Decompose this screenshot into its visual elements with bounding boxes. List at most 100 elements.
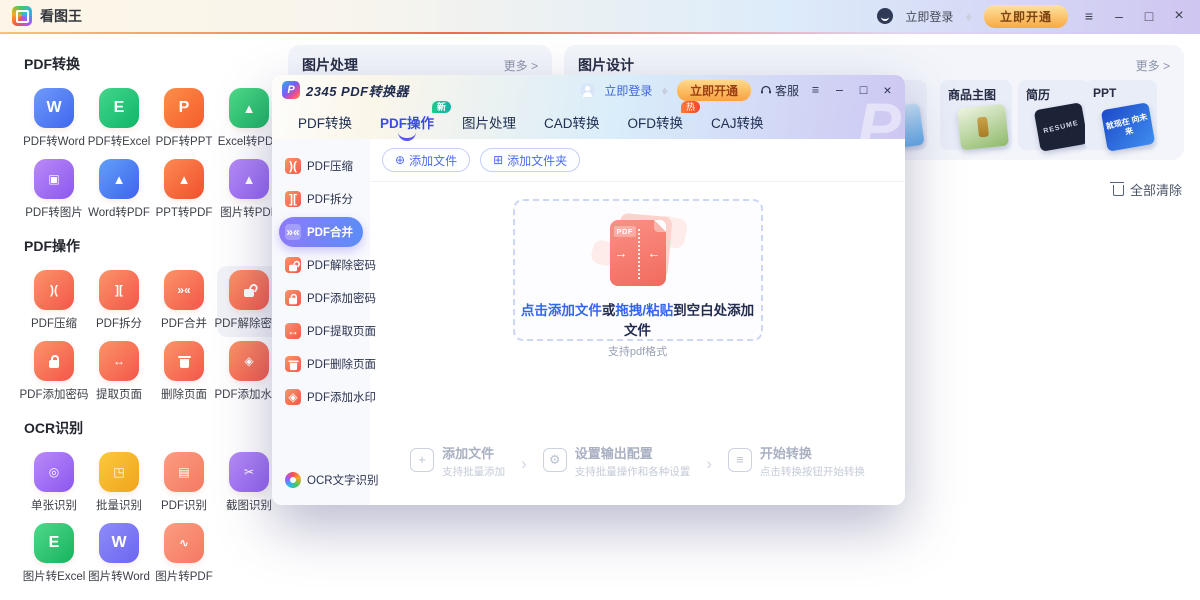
dialog-maximize-button[interactable]: □ <box>856 84 871 97</box>
tool-batch-ocr[interactable]: ◳批量识别 <box>87 448 151 519</box>
add-file-label: 添加文件 <box>409 152 457 169</box>
maximize-button[interactable]: □ <box>1140 9 1158 23</box>
split-glyph: ][ <box>115 283 123 297</box>
dialog-login-link[interactable]: 立即登录 <box>604 82 652 99</box>
pdf-merge-icon: »« <box>285 224 301 240</box>
tool-pdf-to-ppt[interactable]: PPDF转PPT <box>152 84 216 155</box>
tool-label: PDF合并 <box>161 315 207 331</box>
add-file-button[interactable]: 添加文件 <box>382 148 470 172</box>
dialog-minimize-button[interactable]: – <box>832 84 847 97</box>
login-link[interactable]: 立即登录 <box>905 8 953 25</box>
tool-pdf-ocr[interactable]: ▤PDF识别 <box>152 448 216 519</box>
sidebar-item-label: OCR文字识别 <box>307 472 379 488</box>
ocr-icon <box>285 472 301 488</box>
support-label: 客服 <box>775 82 799 99</box>
merge-glyph: »« <box>286 225 299 239</box>
tool-image-to-pdf-ocr[interactable]: ∿图片转PDF <box>152 519 216 590</box>
pdf-add-watermark-icon: ◈ <box>285 389 301 405</box>
tab-image-process[interactable]: 图片处理 <box>462 112 516 132</box>
pdf-compress-icon: )( <box>285 158 301 174</box>
minimize-button[interactable]: – <box>1110 9 1128 23</box>
trash-glyph <box>180 359 189 368</box>
sidebar-item-pdf-add-watermark[interactable]: ◈PDF添加水印 <box>279 382 363 412</box>
tool-label: PDF转PPT <box>156 133 213 149</box>
tool-single-ocr[interactable]: ◎单张识别 <box>22 448 86 519</box>
pdf-extract-pages-icon: ↔ <box>285 323 301 339</box>
step-add-file: +添加文件支持批量添加 <box>410 446 505 479</box>
dialog-vip-gem-icon: ♦ <box>661 84 668 97</box>
image-glyph: ▣ <box>48 172 59 186</box>
tab-pdf-operate[interactable]: PDF操作新 <box>380 112 434 132</box>
step-subtitle: 支持批量添加 <box>442 464 505 479</box>
upgrade-button[interactable]: 立即开通 <box>984 5 1068 28</box>
pdf-merge-icon: »« <box>164 270 204 310</box>
tab-label: OFD转换 <box>628 116 684 131</box>
tool-pdf-to-word[interactable]: WPDF转Word <box>22 84 86 155</box>
sidebar-item-ocr-text-recognition[interactable]: OCR文字识别 <box>279 465 363 495</box>
tool-ppt-to-pdf[interactable]: ▲PPT转PDF <box>152 155 216 226</box>
tab-caj-convert[interactable]: CAJ转换 <box>711 112 764 132</box>
sidebar-item-pdf-extract-pages[interactable]: ↔PDF提取页面 <box>279 316 363 346</box>
dialog-upgrade-button[interactable]: 立即开通 <box>677 80 751 101</box>
sidebar-item-pdf-delete-pages[interactable]: PDF删除页面 <box>279 349 363 379</box>
tool-pdf-split[interactable]: ][PDF拆分 <box>87 266 151 337</box>
tool-delete-pages[interactable]: 删除页面 <box>152 337 216 408</box>
tool-pdf-compress[interactable]: )(PDF压缩 <box>22 266 86 337</box>
add-folder-button[interactable]: 添加文件夹 <box>480 148 580 172</box>
step-start-convert: ≡开始转换点击转换按钮开始转换 <box>728 446 865 479</box>
dropzone-or-text: 或 <box>602 303 616 318</box>
sidebar-item-pdf-remove-password[interactable]: PDF解除密码 <box>279 250 363 280</box>
image-process-more-link[interactable]: 更多 > <box>504 57 538 74</box>
sidebar-item-pdf-merge[interactable]: »«PDF合并 <box>279 217 363 247</box>
main-window: 看图王 立即登录 ♦ 立即开通 ≡ – □ × PDF转换WPDF转WordEP… <box>0 0 1200 600</box>
dialog-menu-button[interactable]: ≡ <box>808 84 823 97</box>
tab-pdf-convert[interactable]: PDF转换 <box>298 112 352 132</box>
tool-image-to-word[interactable]: W图片转Word <box>87 519 151 590</box>
step-title: 添加文件 <box>442 446 505 462</box>
sidebar-item-pdf-compress[interactable]: )( PDF压缩 <box>279 151 363 181</box>
file-dropzone[interactable]: PDF 点击添加文件或拖拽/粘贴到空白处添加文件 支持pdf格式 <box>513 199 763 341</box>
titlebar-actions: 立即登录 ♦ 立即开通 ≡ – □ × <box>877 5 1188 28</box>
support-button[interactable]: 客服 <box>760 82 799 99</box>
tool-pdf-merge[interactable]: »« PDF合并 <box>152 266 216 337</box>
close-button[interactable]: × <box>1170 8 1188 24</box>
design-card-ppt[interactable]: PPT就现在 向未来 <box>1085 80 1157 150</box>
tool-extract-pages[interactable]: ↔提取页面 <box>87 337 151 408</box>
W-glyph: W <box>111 534 126 552</box>
section-title: OCR识别 <box>24 418 288 438</box>
image-design-more-link[interactable]: 更多 > <box>1136 57 1170 74</box>
arrow-left-icon <box>648 246 661 261</box>
dialog-avatar-icon[interactable] <box>580 83 595 98</box>
tool-label: PDF压缩 <box>31 315 77 331</box>
lock-glyph <box>49 360 59 368</box>
sidebar-item-pdf-split[interactable]: ][PDF拆分 <box>279 184 363 214</box>
tool-pdf-to-image[interactable]: ▣PDF转图片 <box>22 155 86 226</box>
sidebar-item-label: PDF压缩 <box>307 158 353 174</box>
screenshot-ocr-icon: ✂ <box>229 452 269 492</box>
tool-pdf-to-excel[interactable]: EPDF转Excel <box>87 84 151 155</box>
sidebar-item-label: PDF添加密码 <box>307 290 376 306</box>
design-card-product-image[interactable]: 商品主图 <box>940 80 1012 150</box>
tool-label: 批量识别 <box>96 497 142 513</box>
unlock-glyph <box>244 289 254 297</box>
tab-cad-convert[interactable]: CAD转换 <box>544 112 600 132</box>
tool-word-to-pdf[interactable]: ▲Word转PDF <box>87 155 151 226</box>
tool-label: 图片转Excel <box>23 568 86 584</box>
pdf-remove-password-icon <box>229 270 269 310</box>
clear-all-button[interactable]: 全部清除 <box>1113 180 1182 199</box>
add-file-icon <box>395 153 405 167</box>
step-output-config: ⚙设置输出配置支持批量操作和各种设置 <box>543 446 691 479</box>
tool-image-to-excel[interactable]: E 图片转Excel <box>22 519 86 590</box>
app-title: 看图王 <box>40 6 82 26</box>
design-card-resume[interactable]: 简历RESUME <box>1018 80 1090 150</box>
dialog-close-button[interactable]: × <box>880 83 895 97</box>
pdf-glyph: ▲ <box>113 172 126 187</box>
sidebar-item-pdf-add-password[interactable]: PDF添加密码 <box>279 283 363 313</box>
user-avatar-icon[interactable] <box>877 8 893 24</box>
tab-ofd-convert[interactable]: OFD转换热 <box>628 112 684 132</box>
menu-button[interactable]: ≡ <box>1080 9 1098 23</box>
E-glyph: E <box>49 534 60 552</box>
step-title: 开始转换 <box>760 446 865 462</box>
tool-pdf-add-password[interactable]: PDF添加密码 <box>22 337 86 408</box>
dropzone-instruction: 点击添加文件或拖拽/粘贴到空白处添加文件 <box>515 299 761 339</box>
